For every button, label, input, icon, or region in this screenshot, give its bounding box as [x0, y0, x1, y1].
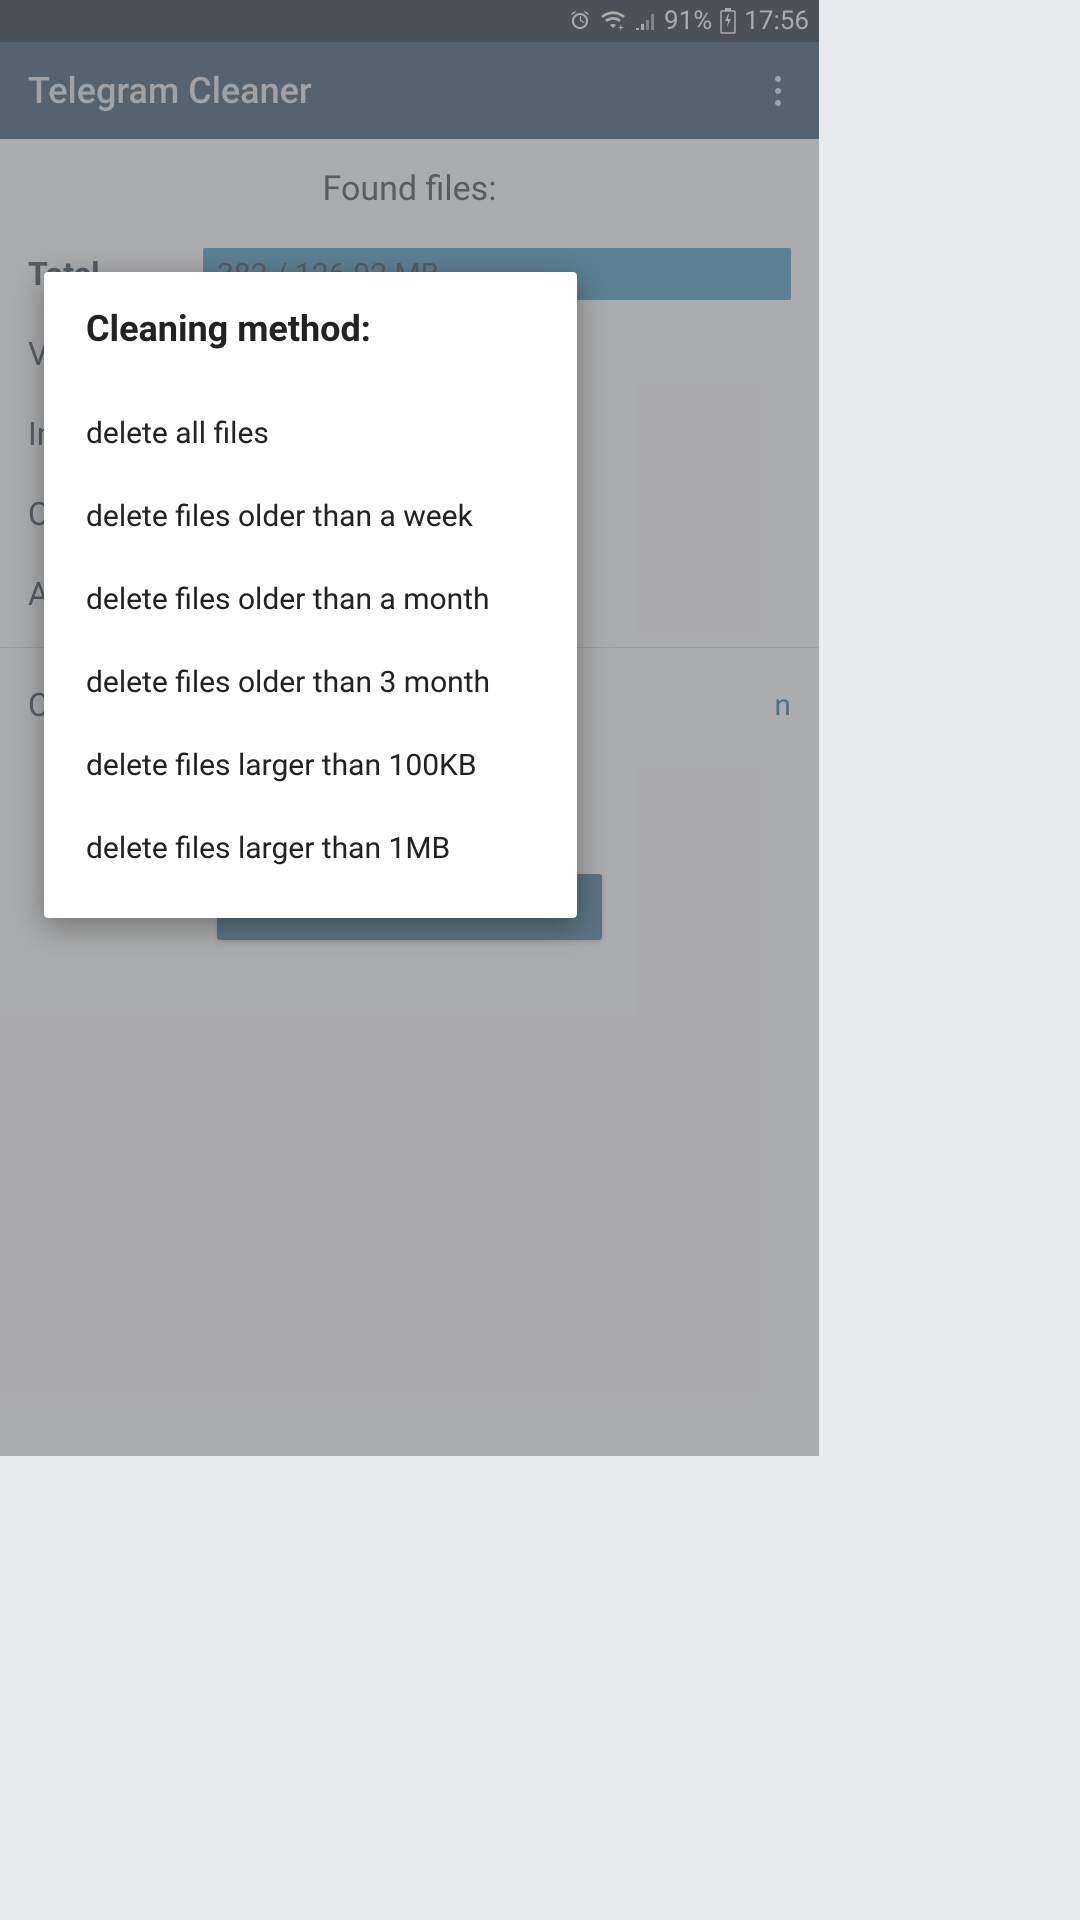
option-delete-all[interactable]: delete all files: [86, 392, 535, 475]
option-larger-100kb[interactable]: delete files larger than 100KB: [86, 724, 535, 807]
option-older-week[interactable]: delete files older than a week: [86, 475, 535, 558]
option-older-month[interactable]: delete files older than a month: [86, 558, 535, 641]
option-older-3month[interactable]: delete files older than 3 month: [86, 641, 535, 724]
cleaning-method-dialog: Cleaning method: delete all files delete…: [44, 272, 577, 918]
option-larger-1mb[interactable]: delete files larger than 1MB: [86, 807, 535, 890]
dialog-title: Cleaning method:: [86, 308, 535, 350]
